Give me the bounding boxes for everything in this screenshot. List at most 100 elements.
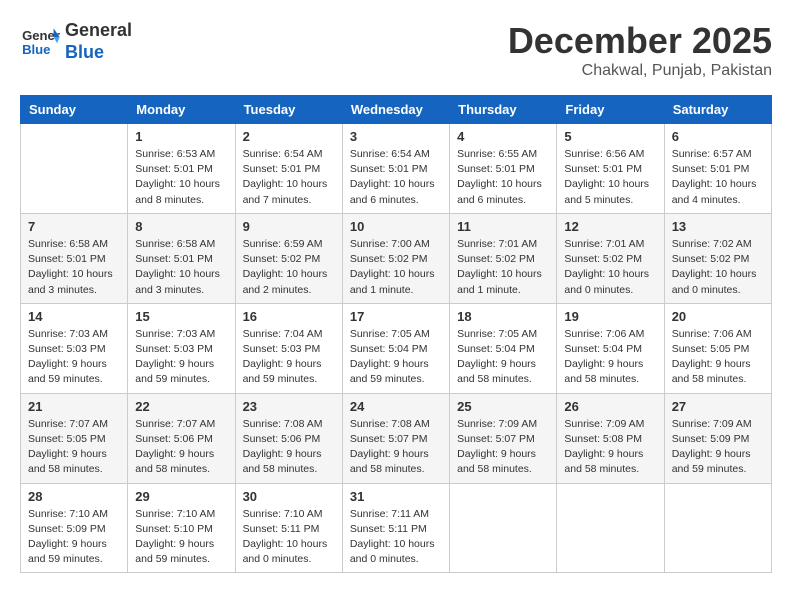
calendar-cell: 29 Sunrise: 7:10 AM Sunset: 5:10 PM Dayli… [128, 483, 235, 573]
header-thursday: Thursday [450, 96, 557, 124]
day-info: Sunrise: 6:54 AM Sunset: 5:01 PM Dayligh… [243, 147, 335, 208]
day-number: 17 [350, 309, 442, 324]
calendar-cell: 27 Sunrise: 7:09 AM Sunset: 5:09 PM Dayli… [664, 393, 771, 483]
day-number: 1 [135, 129, 227, 144]
day-info: Sunrise: 6:59 AM Sunset: 5:02 PM Dayligh… [243, 237, 335, 298]
day-number: 19 [564, 309, 656, 324]
day-info: Sunrise: 7:09 AM Sunset: 5:07 PM Dayligh… [457, 417, 549, 478]
calendar-cell: 28Sunrise: 7:10 AM Sunset: 5:09 PM Dayli… [21, 483, 128, 573]
day-number: 28 [28, 489, 120, 504]
week-row-3: 14 Sunrise: 7:03 AM Sunset: 5:03 PM Dayli… [21, 303, 772, 393]
day-info: Sunrise: 7:08 AM Sunset: 5:07 PM Dayligh… [350, 417, 442, 478]
week-row-5: 28Sunrise: 7:10 AM Sunset: 5:09 PM Dayli… [21, 483, 772, 573]
calendar-cell: 16 Sunrise: 7:04 AM Sunset: 5:03 PM Dayli… [235, 303, 342, 393]
day-number: 2 [243, 129, 335, 144]
logo: General Blue General Blue [20, 20, 132, 63]
calendar-cell: 15 Sunrise: 7:03 AM Sunset: 5:03 PM Dayli… [128, 303, 235, 393]
day-info: Sunrise: 7:09 AM Sunset: 5:09 PM Dayligh… [672, 417, 764, 478]
day-info: Sunrise: 7:10 AM Sunset: 5:10 PM Dayligh… [135, 507, 227, 568]
day-info: Sunrise: 7:03 AM Sunset: 5:03 PM Dayligh… [135, 327, 227, 388]
day-number: 11 [457, 219, 549, 234]
calendar-cell: 20 Sunrise: 7:06 AM Sunset: 5:05 PM Dayli… [664, 303, 771, 393]
day-info: Sunrise: 7:01 AM Sunset: 5:02 PM Dayligh… [564, 237, 656, 298]
page-header: General Blue General Blue December 2025 … [20, 20, 772, 80]
calendar-cell: 23Sunrise: 7:08 AM Sunset: 5:06 PM Dayli… [235, 393, 342, 483]
day-number: 27 [672, 399, 764, 414]
week-row-2: 7 Sunrise: 6:58 AM Sunset: 5:01 PM Daylig… [21, 213, 772, 303]
day-number: 25 [457, 399, 549, 414]
day-number: 8 [135, 219, 227, 234]
day-number: 24 [350, 399, 442, 414]
calendar-cell: 2 Sunrise: 6:54 AM Sunset: 5:01 PM Daylig… [235, 124, 342, 214]
day-info: Sunrise: 7:04 AM Sunset: 5:03 PM Dayligh… [243, 327, 335, 388]
calendar-cell: 18 Sunrise: 7:05 AM Sunset: 5:04 PM Dayli… [450, 303, 557, 393]
day-info: Sunrise: 7:00 AM Sunset: 5:02 PM Dayligh… [350, 237, 442, 298]
calendar-cell: 5 Sunrise: 6:56 AM Sunset: 5:01 PM Daylig… [557, 124, 664, 214]
header-wednesday: Wednesday [342, 96, 449, 124]
month-title: December 2025 [508, 20, 772, 62]
day-info: Sunrise: 7:11 AM Sunset: 5:11 PM Dayligh… [350, 507, 442, 568]
day-info: Sunrise: 6:55 AM Sunset: 5:01 PM Dayligh… [457, 147, 549, 208]
day-number: 20 [672, 309, 764, 324]
day-info: Sunrise: 7:05 AM Sunset: 5:04 PM Dayligh… [350, 327, 442, 388]
day-number: 21 [28, 399, 120, 414]
calendar-cell: 12Sunrise: 7:01 AM Sunset: 5:02 PM Dayli… [557, 213, 664, 303]
calendar-header: SundayMondayTuesdayWednesdayThursdayFrid… [21, 96, 772, 124]
calendar-cell [21, 124, 128, 214]
calendar-cell: 11 Sunrise: 7:01 AM Sunset: 5:02 PM Dayli… [450, 213, 557, 303]
calendar-cell: 1Sunrise: 6:53 AM Sunset: 5:01 PM Daylig… [128, 124, 235, 214]
calendar-cell [557, 483, 664, 573]
calendar-cell [664, 483, 771, 573]
day-number: 6 [672, 129, 764, 144]
day-info: Sunrise: 7:10 AM Sunset: 5:11 PM Dayligh… [243, 507, 335, 568]
day-number: 3 [350, 129, 442, 144]
day-info: Sunrise: 7:09 AM Sunset: 5:08 PM Dayligh… [564, 417, 656, 478]
day-info: Sunrise: 6:58 AM Sunset: 5:01 PM Dayligh… [135, 237, 227, 298]
header-sunday: Sunday [21, 96, 128, 124]
calendar-cell: 10 Sunrise: 7:00 AM Sunset: 5:02 PM Dayli… [342, 213, 449, 303]
day-info: Sunrise: 7:07 AM Sunset: 5:05 PM Dayligh… [28, 417, 120, 478]
day-number: 13 [672, 219, 764, 234]
svg-text:Blue: Blue [22, 42, 50, 57]
calendar-cell: 30 Sunrise: 7:10 AM Sunset: 5:11 PM Dayli… [235, 483, 342, 573]
day-info: Sunrise: 7:05 AM Sunset: 5:04 PM Dayligh… [457, 327, 549, 388]
day-number: 22 [135, 399, 227, 414]
day-number: 10 [350, 219, 442, 234]
calendar-cell: 14 Sunrise: 7:03 AM Sunset: 5:03 PM Dayli… [21, 303, 128, 393]
calendar-cell: 26 Sunrise: 7:09 AM Sunset: 5:08 PM Dayli… [557, 393, 664, 483]
logo-blue: Blue [65, 42, 132, 64]
day-number: 15 [135, 309, 227, 324]
day-number: 29 [135, 489, 227, 504]
calendar-cell: 9Sunrise: 6:59 AM Sunset: 5:02 PM Daylig… [235, 213, 342, 303]
calendar-cell: 7 Sunrise: 6:58 AM Sunset: 5:01 PM Daylig… [21, 213, 128, 303]
logo-general: General [65, 20, 132, 42]
calendar-cell: 19 Sunrise: 7:06 AM Sunset: 5:04 PM Dayli… [557, 303, 664, 393]
day-number: 26 [564, 399, 656, 414]
calendar-cell [450, 483, 557, 573]
day-number: 5 [564, 129, 656, 144]
day-number: 14 [28, 309, 120, 324]
day-info: Sunrise: 7:01 AM Sunset: 5:02 PM Dayligh… [457, 237, 549, 298]
day-info: Sunrise: 6:58 AM Sunset: 5:01 PM Dayligh… [28, 237, 120, 298]
day-number: 18 [457, 309, 549, 324]
week-row-4: 21 Sunrise: 7:07 AM Sunset: 5:05 PM Dayli… [21, 393, 772, 483]
calendar-cell: 22 Sunrise: 7:07 AM Sunset: 5:06 PM Dayli… [128, 393, 235, 483]
day-number: 30 [243, 489, 335, 504]
calendar-cell: 3Sunrise: 6:54 AM Sunset: 5:01 PM Daylig… [342, 124, 449, 214]
calendar-cell: 6 Sunrise: 6:57 AM Sunset: 5:01 PM Daylig… [664, 124, 771, 214]
logo-icon: General Blue [20, 24, 60, 59]
calendar-cell: 21 Sunrise: 7:07 AM Sunset: 5:05 PM Dayli… [21, 393, 128, 483]
day-number: 16 [243, 309, 335, 324]
day-info: Sunrise: 7:03 AM Sunset: 5:03 PM Dayligh… [28, 327, 120, 388]
calendar-cell: 17 Sunrise: 7:05 AM Sunset: 5:04 PM Dayli… [342, 303, 449, 393]
day-info: Sunrise: 7:06 AM Sunset: 5:04 PM Dayligh… [564, 327, 656, 388]
day-number: 31 [350, 489, 442, 504]
header-monday: Monday [128, 96, 235, 124]
header-tuesday: Tuesday [235, 96, 342, 124]
day-info: Sunrise: 6:56 AM Sunset: 5:01 PM Dayligh… [564, 147, 656, 208]
day-info: Sunrise: 7:06 AM Sunset: 5:05 PM Dayligh… [672, 327, 764, 388]
calendar-cell: 25 Sunrise: 7:09 AM Sunset: 5:07 PM Dayli… [450, 393, 557, 483]
day-info: Sunrise: 7:07 AM Sunset: 5:06 PM Dayligh… [135, 417, 227, 478]
day-number: 7 [28, 219, 120, 234]
day-info: Sunrise: 6:57 AM Sunset: 5:01 PM Dayligh… [672, 147, 764, 208]
